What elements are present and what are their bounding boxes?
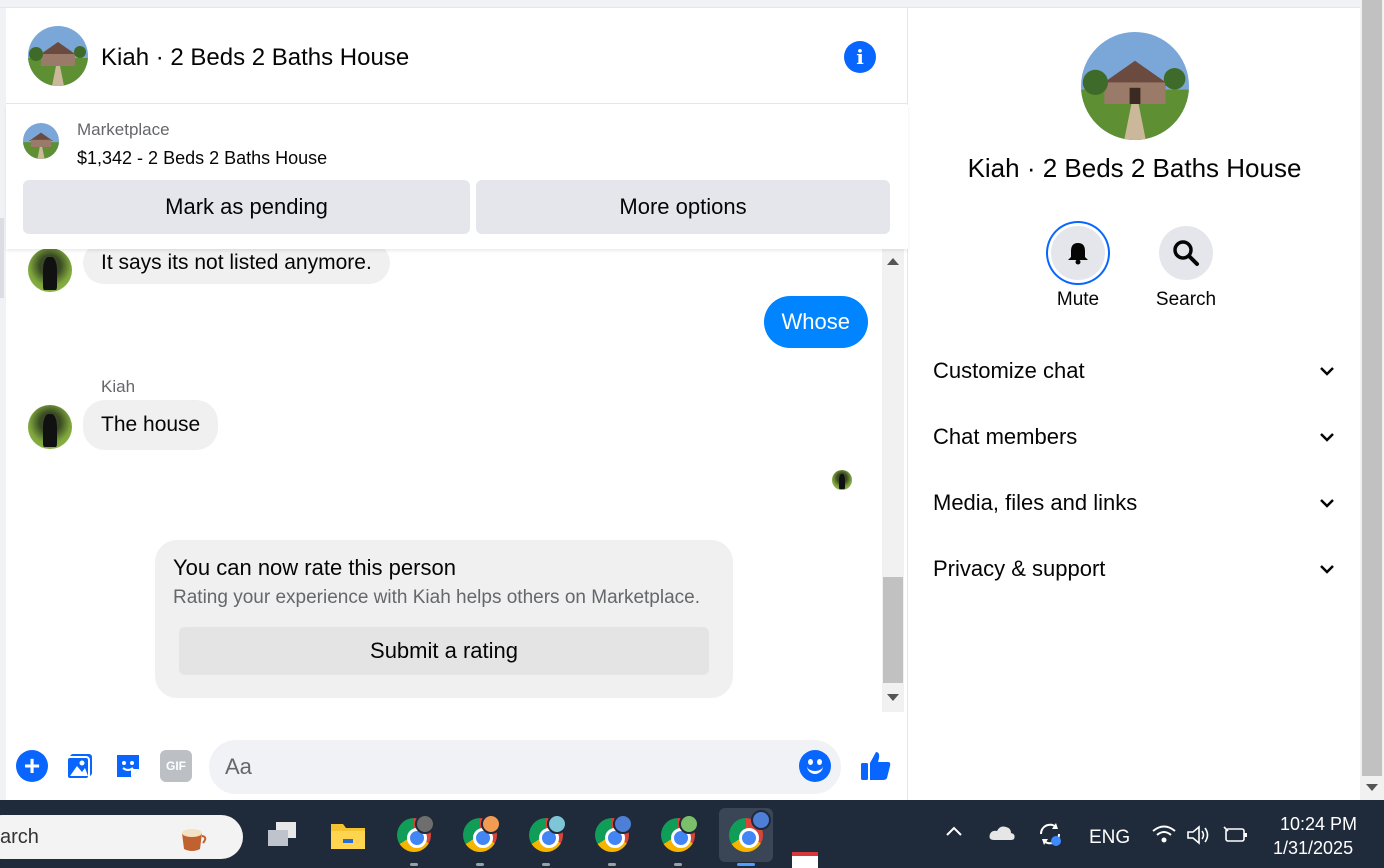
- listing-title[interactable]: $1,342 - 2 Beds 2 Baths House: [77, 148, 327, 169]
- rating-subtitle: Rating your experience with Kiah helps o…: [173, 587, 701, 608]
- details-title: Kiah · 2 Beds 2 Baths House: [967, 153, 1302, 183]
- bell-icon: [1068, 243, 1088, 265]
- emoji-mouth: [807, 766, 823, 774]
- section-label: Privacy & support: [933, 556, 1106, 581]
- profile-badge-icon: [415, 814, 435, 834]
- message-scrollbar[interactable]: [882, 249, 904, 712]
- running-indicator: [608, 863, 616, 866]
- mute-button[interactable]: [1051, 226, 1105, 280]
- running-indicator: [410, 863, 418, 866]
- clock-time[interactable]: 10:24 PM: [1280, 814, 1357, 835]
- sender-name: Kiah: [101, 377, 136, 396]
- rating-card: You can now rate this person Rating your…: [155, 540, 733, 698]
- thumbs-up-icon[interactable]: [858, 748, 894, 784]
- section-label: Chat members: [933, 424, 1078, 449]
- listing-thumbnail[interactable]: [23, 123, 59, 159]
- running-indicator: [476, 863, 484, 866]
- scroll-thumb[interactable]: [883, 577, 903, 683]
- message-bubble[interactable]: It says its not listed anymore.: [83, 249, 390, 284]
- calendar-icon[interactable]: [792, 852, 818, 868]
- chat-header: Kiah · 2 Beds 2 Baths House i: [6, 8, 908, 104]
- search-icon: [1173, 240, 1199, 266]
- mute-label: Mute: [1056, 289, 1100, 310]
- scroll-up-arrow-icon[interactable]: [887, 258, 899, 265]
- details-avatar[interactable]: [1081, 32, 1189, 140]
- more-options-button[interactable]: More options: [476, 180, 890, 234]
- chat-panel: Kiah · 2 Beds 2 Baths House i Marketplac…: [6, 8, 908, 800]
- language-indicator[interactable]: ENG: [1089, 827, 1130, 849]
- clock-date[interactable]: 1/31/2025: [1273, 838, 1353, 859]
- running-indicator: [674, 863, 682, 866]
- volume-icon[interactable]: [1186, 824, 1212, 852]
- running-indicator: [737, 863, 755, 866]
- message-input-wrapper: [209, 740, 841, 794]
- running-indicator: [542, 863, 550, 866]
- page-scroll-thumb[interactable]: [1362, 0, 1382, 776]
- search-label: Search: [1155, 289, 1217, 310]
- show-hidden-icons-icon[interactable]: [944, 822, 964, 848]
- details-panel: Kiah · 2 Beds 2 Baths House Mute Search …: [909, 8, 1360, 800]
- chevron-down-icon: [1320, 499, 1334, 508]
- rating-title: You can now rate this person: [173, 555, 456, 580]
- message-list: It says its not listed anymore. Whose Ki…: [6, 249, 882, 712]
- read-receipt-avatar: [832, 470, 852, 490]
- chrome-profile-5-icon[interactable]: [655, 812, 701, 866]
- chrome-profile-2-icon[interactable]: [457, 812, 503, 866]
- info-icon[interactable]: i: [844, 41, 876, 73]
- chat-title[interactable]: Kiah · 2 Beds 2 Baths House: [101, 44, 409, 72]
- section-label: Customize chat: [933, 358, 1085, 383]
- search-button[interactable]: [1159, 226, 1213, 280]
- screen: Kiah · 2 Beds 2 Baths House i Marketplac…: [0, 0, 1384, 868]
- profile-badge-icon: [481, 814, 501, 834]
- conversation-avatar[interactable]: [28, 26, 88, 86]
- listing-banner: Marketplace $1,342 - 2 Beds 2 Baths Hous…: [6, 105, 908, 249]
- sender-avatar[interactable]: [28, 405, 72, 449]
- message-bubble-outgoing[interactable]: Whose: [763, 296, 868, 348]
- page-scroll-down-icon[interactable]: [1366, 784, 1378, 791]
- chrome-profile-4-icon[interactable]: [589, 812, 635, 866]
- message-input[interactable]: [225, 752, 785, 782]
- chrome-profile-1-icon[interactable]: [391, 812, 437, 866]
- chrome-profile-3-icon[interactable]: [523, 812, 569, 866]
- sticker-icon[interactable]: [112, 750, 144, 782]
- mark-as-pending-button[interactable]: Mark as pending: [23, 180, 470, 234]
- section-chat-members[interactable]: Chat members: [933, 417, 1337, 457]
- chevron-down-icon: [1320, 565, 1334, 574]
- sync-icon[interactable]: [1036, 820, 1064, 854]
- plus-icon[interactable]: +: [16, 750, 48, 782]
- section-privacy-support[interactable]: Privacy & support: [933, 549, 1337, 589]
- submit-rating-button[interactable]: Submit a rating: [179, 627, 709, 675]
- onedrive-icon[interactable]: [988, 824, 1016, 848]
- taskbar-search-text: arch: [0, 826, 39, 848]
- coffee-icon: [182, 829, 207, 851]
- chevron-down-icon: [1320, 433, 1334, 442]
- chevron-down-icon: [1320, 367, 1334, 376]
- taskbar: arch ENG 10:24 PM 1/31/2025: [0, 800, 1384, 868]
- page-scrollbar[interactable]: [1360, 0, 1384, 800]
- top-strip: [0, 0, 1360, 8]
- profile-badge-icon: [751, 810, 771, 830]
- scroll-down-arrow-icon[interactable]: [887, 694, 899, 701]
- profile-badge-icon: [547, 814, 567, 834]
- section-customize-chat[interactable]: Customize chat: [933, 351, 1337, 391]
- task-view-icon[interactable]: [259, 812, 305, 858]
- taskbar-search[interactable]: arch: [0, 815, 243, 859]
- profile-badge-icon: [679, 814, 699, 834]
- photo-icon[interactable]: [64, 750, 96, 782]
- file-explorer-icon[interactable]: [325, 812, 371, 858]
- emoji-icon[interactable]: [799, 750, 831, 782]
- left-edge-mark: [0, 218, 4, 298]
- chrome-profile-6-icon[interactable]: [719, 808, 773, 866]
- message-bubble[interactable]: The house: [83, 400, 219, 450]
- section-media-files-links[interactable]: Media, files and links: [933, 483, 1337, 523]
- profile-badge-icon: [613, 814, 633, 834]
- listing-label: Marketplace: [77, 120, 170, 139]
- composer: + GIF: [6, 718, 908, 800]
- wifi-icon[interactable]: [1151, 824, 1177, 850]
- gif-icon[interactable]: GIF: [160, 750, 192, 782]
- battery-icon[interactable]: [1222, 825, 1250, 851]
- section-label: Media, files and links: [933, 490, 1138, 515]
- sender-avatar[interactable]: [28, 249, 72, 292]
